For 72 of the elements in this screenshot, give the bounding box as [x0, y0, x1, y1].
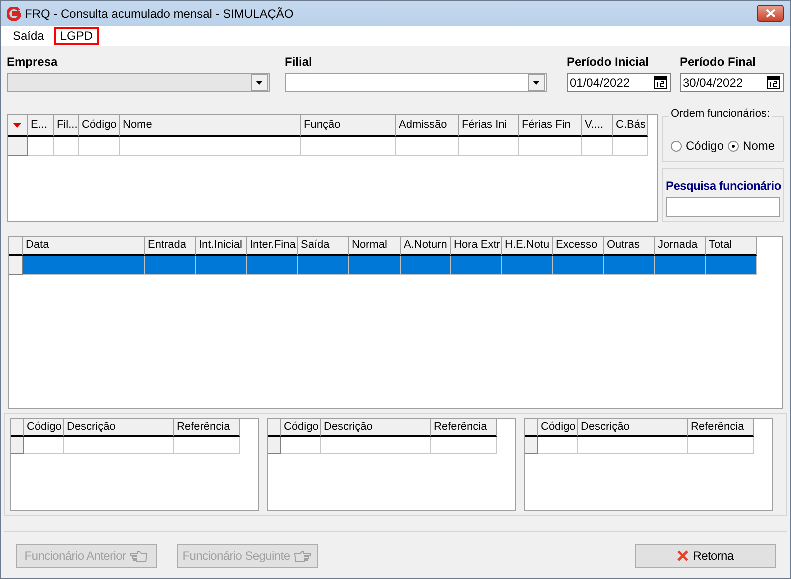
table-cell [431, 437, 497, 454]
column-header[interactable]: Código [79, 115, 120, 137]
field-label: Período Inicial [567, 54, 650, 71]
column-header[interactable]: Jornada [655, 237, 706, 256]
window-title: FRQ - Consulta acumulado mensal - SIMULAÇÃO [25, 6, 294, 22]
column-header[interactable]: Admissão [396, 115, 459, 137]
field-label: Pesquisa funcionário [666, 178, 780, 195]
radio-option[interactable]: Nome [728, 137, 776, 155]
menu-item[interactable]: LGPD [54, 27, 100, 45]
column-header[interactable]: Int.Inicial [196, 237, 247, 256]
caret-down-icon [533, 80, 540, 84]
radio-option[interactable]: Código [671, 137, 724, 155]
close-icon [677, 550, 690, 562]
app-logo-icon [7, 6, 21, 20]
action-button[interactable]: Retorna [635, 544, 776, 568]
column-header[interactable]: Nome [120, 115, 301, 137]
calendar-icon[interactable] [767, 76, 781, 90]
column-header[interactable]: Hora Extr [451, 237, 502, 256]
row-indicator[interactable] [525, 437, 538, 454]
column-header[interactable]: Total [706, 237, 757, 256]
field-label: Empresa [7, 54, 59, 71]
column-header[interactable]: E... [28, 115, 54, 137]
menu-item[interactable]: Saída [7, 27, 50, 45]
row-indicator[interactable] [8, 137, 28, 156]
date-field[interactable]: 30/04/2022 [680, 73, 784, 92]
table-cell [281, 437, 321, 454]
column-header[interactable]: Descrição [64, 419, 174, 437]
group-title: Ordem funcionários: [669, 109, 772, 120]
column-header[interactable]: Função [301, 115, 396, 137]
column-header[interactable]: Fil... [54, 115, 79, 137]
field-label: Período Final [680, 54, 758, 71]
table-cell [538, 437, 578, 454]
pointing-hand-icon [130, 550, 148, 562]
column-header[interactable]: Data [23, 237, 145, 256]
column-header[interactable]: Código [538, 419, 578, 437]
row-indicator[interactable] [9, 256, 23, 275]
column-header[interactable]: V.... [582, 115, 613, 137]
column-header[interactable]: Férias Fin [519, 115, 582, 137]
pointing-hand-icon [294, 550, 312, 562]
search-field[interactable] [666, 197, 780, 217]
column-header[interactable]: Referência [431, 419, 497, 437]
radio-button[interactable] [671, 140, 682, 152]
column-header[interactable]: H.E.Notu [502, 237, 553, 256]
field-label: Filial [285, 54, 314, 71]
close-icon [766, 9, 776, 18]
row-indicator[interactable] [268, 437, 281, 454]
column-header[interactable]: Férias Ini [459, 115, 519, 137]
row-indicator[interactable] [11, 437, 24, 454]
column-header[interactable]: Normal [349, 237, 401, 256]
caret-down-icon [256, 80, 263, 84]
column-header[interactable]: Descrição [578, 419, 688, 437]
column-header[interactable]: Código [24, 419, 64, 437]
column-header[interactable]: Outras [604, 237, 655, 256]
column-header[interactable]: Inter.Fina [247, 237, 298, 256]
table-cell [24, 437, 64, 454]
column-header[interactable]: A.Noturn [401, 237, 451, 256]
date-field[interactable]: 01/04/2022 [567, 73, 671, 92]
table-cell [174, 437, 240, 454]
column-header[interactable]: Código [281, 419, 321, 437]
column-header[interactable]: Descrição [321, 419, 431, 437]
radio-button[interactable] [728, 140, 740, 152]
column-header[interactable]: Referência [688, 419, 754, 437]
column-header[interactable]: Saída [298, 237, 349, 256]
column-header[interactable]: C.Bás [613, 115, 648, 137]
column-header[interactable]: Referência [174, 419, 240, 437]
calendar-icon[interactable] [654, 76, 668, 90]
table-cell [688, 437, 754, 454]
column-header[interactable]: Entrada [145, 237, 196, 256]
dropdown-button[interactable] [528, 74, 545, 91]
column-header[interactable]: Excesso [553, 237, 604, 256]
close-button[interactable] [757, 5, 784, 22]
sort-indicator-icon [13, 122, 22, 128]
